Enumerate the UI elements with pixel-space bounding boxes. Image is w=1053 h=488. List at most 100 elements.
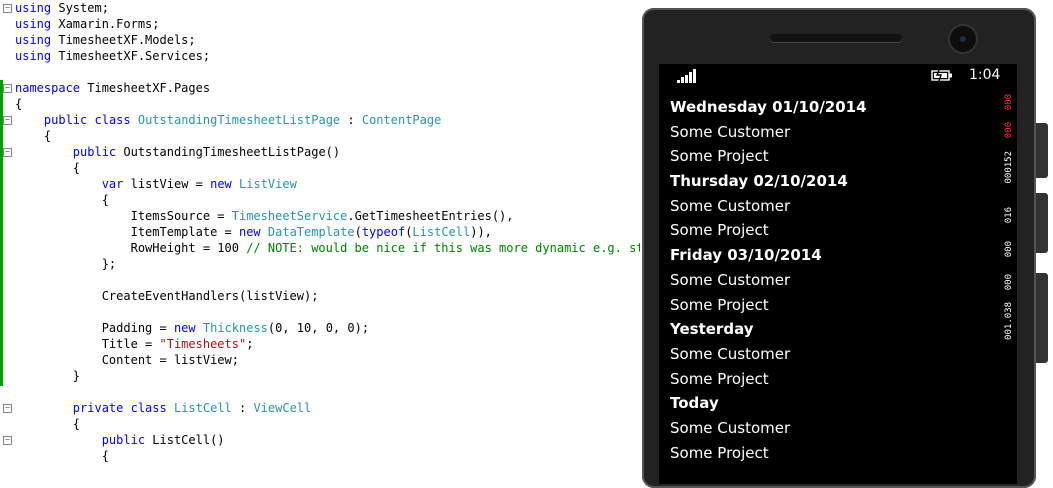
code-token: // NOTE: would be nice if this was more … [246, 241, 640, 255]
code-token: ; [246, 337, 254, 351]
code-line: { [15, 128, 51, 144]
timesheet-list[interactable]: Wednesday 01/10/2014 Some Customer Some Pr… [670, 95, 1000, 465]
code-token: Xamarin.Forms; [51, 17, 160, 31]
code-token: ItemTemplate = [15, 225, 239, 239]
code-line: namespace TimesheetXF.Pages [15, 80, 210, 96]
entry-customer[interactable]: Some Customer [670, 342, 1000, 367]
code-line: using TimesheetXF.Models; [15, 32, 196, 48]
code-token: Title = [15, 337, 160, 351]
code-token: }; [15, 257, 117, 271]
entry-customer[interactable]: Some Customer [670, 416, 1000, 441]
camera-icon [950, 26, 976, 52]
phone-screen[interactable]: 1:04 Wednesday 01/10/2014 Some Customer So… [659, 64, 1017, 484]
fold-toggle-icon[interactable]: − [3, 4, 12, 13]
code-editor[interactable]: using System; using Xamarin.Forms; using T… [0, 0, 640, 467]
frame-counter-value: 000 [1004, 273, 1014, 290]
code-token: namespace [15, 81, 81, 95]
camera-button[interactable] [1036, 273, 1048, 363]
code-token: : [231, 401, 254, 415]
code-token: using [15, 1, 52, 15]
code-line: Title = "Timesheets"; [15, 336, 254, 352]
code-line: } [15, 368, 80, 384]
code-line: public ListCell() [15, 432, 225, 448]
frame-counter-value: 000 [1004, 94, 1014, 111]
fold-toggle-icon[interactable]: − [3, 116, 12, 125]
code-token: ( [354, 225, 362, 239]
entry-date[interactable]: Yesterday [670, 317, 1000, 342]
phone-side-buttons [1036, 123, 1050, 363]
code-token: new [238, 225, 261, 239]
code-line: public class OutstandingTimesheetListPag… [15, 112, 441, 128]
code-token: new [210, 177, 232, 191]
code-token: System; [51, 1, 109, 15]
code-token: RowHeight = 100 [15, 241, 247, 255]
code-token: CreateEventHandlers(listView); [15, 289, 319, 303]
code-line: using TimesheetXF.Services; [15, 48, 210, 64]
code-token: TimesheetXF.Services; [51, 49, 211, 63]
entry-project[interactable]: Some Project [670, 367, 1000, 392]
frame-counter-value: 000152 [1004, 150, 1014, 184]
code-line: CreateEventHandlers(listView); [15, 288, 319, 304]
code-token: public [101, 433, 146, 447]
code-token: { [15, 97, 23, 111]
code-token: )), [470, 225, 492, 239]
frame-counter-value: 016 [1004, 207, 1014, 224]
code-token: "Timesheets" [159, 337, 247, 351]
code-token: ListView [239, 177, 297, 191]
code-token: new [173, 321, 196, 335]
entry-project[interactable]: Some Project [670, 218, 1000, 243]
code-token: class [94, 113, 131, 127]
fold-toggle-icon[interactable]: − [3, 436, 12, 445]
entry-customer[interactable]: Some Customer [670, 120, 1000, 145]
code-token: { [15, 417, 81, 431]
code-token: { [15, 161, 81, 175]
entry-project[interactable]: Some Project [670, 293, 1000, 318]
fold-toggle-icon[interactable]: − [3, 148, 12, 157]
fold-toggle-icon[interactable]: − [3, 84, 12, 93]
code-token: Content = listView; [15, 353, 239, 367]
code-token: ListCell [412, 225, 471, 239]
code-line: }; [15, 256, 116, 272]
code-token: OutstandingTimesheetListPage [137, 113, 341, 127]
power-button[interactable] [1036, 193, 1048, 253]
code-token: TimesheetService [231, 209, 348, 223]
editor-gutter [0, 0, 13, 467]
fold-toggle-icon[interactable]: − [3, 404, 12, 413]
entry-date[interactable]: Today [670, 391, 1000, 416]
code-token: ListCell() [145, 433, 225, 447]
code-token: TimesheetXF.Pages [80, 81, 211, 95]
code-line: public OutstandingTimesheetListPage() [15, 144, 340, 160]
frame-counter-value: 000 [1004, 122, 1014, 139]
code-line: using Xamarin.Forms; [15, 16, 160, 32]
code-line: private class ListCell : ViewCell [15, 400, 311, 416]
entry-customer[interactable]: Some Customer [670, 194, 1000, 219]
entry-date[interactable]: Thursday 02/10/2014 [670, 169, 1000, 194]
code-line: using System; [15, 0, 109, 16]
code-token: Thickness [202, 321, 268, 335]
code-line: ItemsSource = TimesheetService.GetTimesh… [15, 208, 514, 224]
code-token: ItemsSource = [15, 209, 232, 223]
code-token: } [15, 369, 81, 383]
entry-customer[interactable]: Some Customer [670, 268, 1000, 293]
entry-project[interactable]: Some Project [670, 144, 1000, 169]
signal-bars-icon [677, 69, 699, 83]
code-token: ListCell [173, 401, 232, 415]
volume-button[interactable] [1036, 123, 1048, 178]
code-token: typeof [361, 225, 406, 239]
frame-counter-value: 000 [1004, 241, 1014, 258]
entry-date[interactable]: Wednesday 01/10/2014 [670, 95, 1000, 120]
phone-emulator: 1:04 Wednesday 01/10/2014 Some Customer So… [642, 8, 1048, 488]
battery-charging-icon [931, 69, 952, 82]
entry-date[interactable]: Friday 03/10/2014 [670, 243, 1000, 268]
code-token: public [72, 145, 117, 159]
code-token: using [15, 33, 52, 47]
entry-project[interactable]: Some Project [670, 441, 1000, 466]
code-line: { [15, 416, 80, 432]
code-token: DataTemplate [267, 225, 355, 239]
